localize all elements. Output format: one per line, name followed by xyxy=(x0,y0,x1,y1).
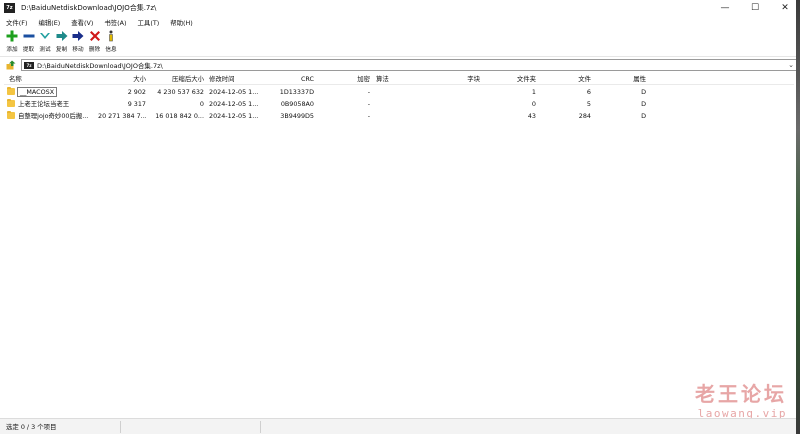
7z-archive-icon: 7z xyxy=(24,61,34,69)
file-attr: D xyxy=(641,100,646,108)
file-encrypted: - xyxy=(367,88,370,96)
minus-icon xyxy=(23,29,35,43)
status-divider xyxy=(260,421,261,433)
delete-button[interactable]: 删除 xyxy=(87,29,103,56)
file-files: 284 xyxy=(578,112,591,120)
maximize-button[interactable]: ☐ xyxy=(740,0,770,16)
file-encrypted: - xyxy=(367,100,370,108)
folder-icon xyxy=(7,110,15,119)
move-arrow-icon xyxy=(72,29,84,43)
chevron-down-icon[interactable]: ⌄ xyxy=(788,61,794,69)
col-name[interactable]: 名称 xyxy=(9,73,89,85)
copy-arrow-icon xyxy=(56,29,68,43)
info-button[interactable]: 信息 xyxy=(103,29,119,56)
file-folders: 0 xyxy=(531,100,536,108)
file-name: 上老王论坛当老王 xyxy=(18,100,70,108)
col-folders[interactable]: 文件夹 xyxy=(490,73,536,85)
file-folders: 1 xyxy=(531,88,536,96)
toolbar: 添加 提取 测试 复制 移动 删除 信息 xyxy=(0,29,800,57)
background-window-edge xyxy=(796,0,800,434)
table-row[interactable]: 上老王论坛当老王 9 317 0 2024-12-05 1... 0B9058A… xyxy=(4,98,794,109)
menu-bookmarks[interactable]: 书签(A) xyxy=(104,18,126,27)
table-row[interactable]: 自整理jojo奇妙00后搬... 20 271 384 7... 16 018 … xyxy=(4,110,794,121)
copy-button[interactable]: 复制 xyxy=(54,29,70,56)
table-row[interactable]: __MACOSX 2 902 4 230 537 632 2024-12-05 … xyxy=(4,86,794,97)
file-crc: 3B9499D5 xyxy=(280,112,314,120)
menu-tools[interactable]: 工具(T) xyxy=(138,18,160,27)
file-files: 6 xyxy=(586,88,591,96)
file-name: __MACOSX xyxy=(17,87,58,97)
file-crc: 1D13337D xyxy=(279,88,314,96)
status-bar: 选定 0 / 3 个项目 xyxy=(0,418,800,434)
file-packed: 4 230 537 632 xyxy=(157,88,204,96)
add-button[interactable]: 添加 xyxy=(4,29,20,56)
address-input[interactable]: 7z D:\BaiduNetdiskDownload\JOJO合集.7z\ ⌄ xyxy=(21,59,797,71)
file-modified: 2024-12-05 1... xyxy=(209,88,259,96)
menu-help[interactable]: 帮助(H) xyxy=(170,18,193,27)
column-header: 名称 大小 压缩后大小 修改时间 CRC 加密 算法 字块 文件夹 文件 属性 xyxy=(4,73,794,85)
file-size: 2 902 xyxy=(127,88,146,96)
menu-bar: 文件(F) 编辑(E) 查看(V) 书签(A) 工具(T) 帮助(H) xyxy=(0,16,800,28)
watermark-cn: 老王论坛 xyxy=(695,382,787,406)
info-icon xyxy=(105,29,117,43)
move-button[interactable]: 移动 xyxy=(70,29,86,56)
plus-icon xyxy=(6,29,18,43)
file-modified: 2024-12-05 1... xyxy=(209,100,259,108)
file-attr: D xyxy=(641,112,646,120)
check-chevron-icon xyxy=(39,29,51,43)
title-bar: 7z D:\BaiduNetdiskDownload\JOJO合集.7z\ — … xyxy=(0,0,800,16)
window-title: D:\BaiduNetdiskDownload\JOJO合集.7z\ xyxy=(21,4,157,12)
file-packed: 0 xyxy=(199,100,204,108)
status-text: 选定 0 / 3 个项目 xyxy=(6,423,57,431)
window: 7z D:\BaiduNetdiskDownload\JOJO合集.7z\ — … xyxy=(0,0,800,434)
col-modified[interactable]: 修改时间 xyxy=(209,73,261,85)
file-crc: 0B9058A0 xyxy=(280,100,314,108)
extract-button[interactable]: 提取 xyxy=(21,29,37,56)
col-chars[interactable]: 字块 xyxy=(434,73,480,85)
minimize-button[interactable]: — xyxy=(710,0,740,16)
test-button[interactable]: 测试 xyxy=(37,29,53,56)
up-folder-icon xyxy=(6,60,16,70)
file-size: 9 317 xyxy=(127,100,146,108)
file-files: 5 xyxy=(586,100,591,108)
folder-icon xyxy=(7,86,15,95)
file-size: 20 271 384 7... xyxy=(98,112,146,120)
col-size[interactable]: 大小 xyxy=(100,73,146,85)
file-name: 自整理jojo奇妙00后搬... xyxy=(18,112,89,120)
file-encrypted: - xyxy=(367,112,370,120)
folder-icon xyxy=(7,98,15,107)
file-attr: D xyxy=(641,88,646,96)
7z-app-icon: 7z xyxy=(4,3,15,13)
col-encrypted[interactable]: 加密 xyxy=(324,73,370,85)
menu-file[interactable]: 文件(F) xyxy=(6,18,27,27)
watermark: 老王论坛 laowang.vip xyxy=(695,378,787,420)
col-packed[interactable]: 压缩后大小 xyxy=(154,73,204,85)
col-attr[interactable]: 属性 xyxy=(600,73,646,85)
file-packed: 16 018 842 0... xyxy=(155,112,204,120)
x-icon xyxy=(89,29,101,43)
address-bar: 7z D:\BaiduNetdiskDownload\JOJO合集.7z\ ⌄ xyxy=(0,58,800,72)
col-crc[interactable]: CRC xyxy=(269,73,314,85)
menu-edit[interactable]: 编辑(E) xyxy=(38,18,60,27)
window-controls: — ☐ ✕ xyxy=(710,0,800,16)
file-folders: 43 xyxy=(527,112,536,120)
up-folder-button[interactable] xyxy=(6,60,16,70)
address-path: D:\BaiduNetdiskDownload\JOJO合集.7z\ xyxy=(37,62,163,70)
menu-view[interactable]: 查看(V) xyxy=(71,18,93,27)
file-modified: 2024-12-05 1... xyxy=(209,112,259,120)
col-method[interactable]: 算法 xyxy=(376,73,406,85)
file-list[interactable]: 名称 大小 压缩后大小 修改时间 CRC 加密 算法 字块 文件夹 文件 属性 … xyxy=(4,73,794,416)
col-files[interactable]: 文件 xyxy=(545,73,591,85)
status-divider xyxy=(120,421,121,433)
